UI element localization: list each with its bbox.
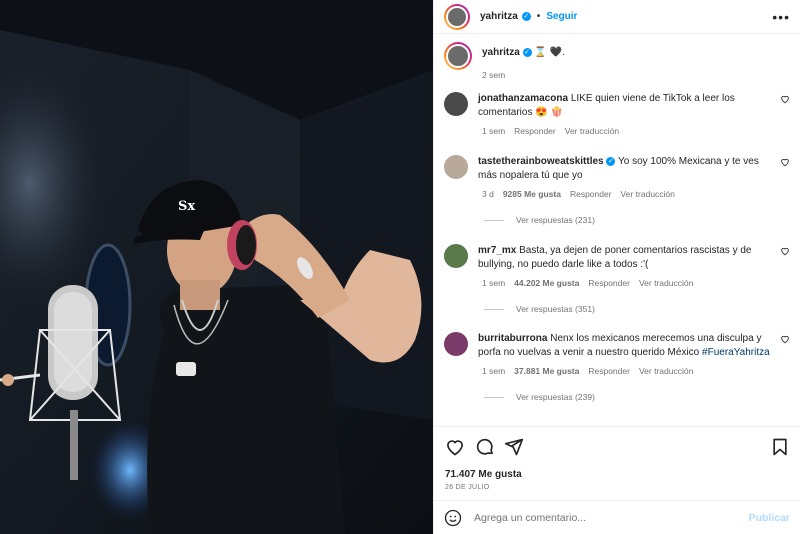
comment-text: Basta, ya dejen de poner comentarios ras… bbox=[478, 245, 752, 270]
caption-time: 2 sem bbox=[482, 70, 506, 80]
comment-time: 1 sem bbox=[482, 366, 506, 376]
emoji-icon[interactable] bbox=[444, 509, 462, 527]
replies-line bbox=[484, 396, 504, 398]
comment-item: jonathanzamacona LIKE quien viene de Tik… bbox=[444, 92, 790, 136]
like-comment-icon[interactable] bbox=[780, 246, 790, 256]
comments-list[interactable]: yahritza ✓ ⌛ 🖤. 2 sem jonathanzamacona L… bbox=[434, 34, 800, 426]
verified-badge-icon: ✓ bbox=[522, 47, 532, 57]
commenter-avatar[interactable] bbox=[444, 92, 468, 116]
view-replies-label: Ver respuestas (239) bbox=[516, 392, 595, 402]
replies-line bbox=[484, 219, 504, 221]
view-replies-button[interactable]: Ver respuestas (231) bbox=[484, 215, 790, 225]
caption-text: ⌛ 🖤. bbox=[534, 47, 565, 58]
verified-badge-icon: ✓ bbox=[606, 156, 616, 166]
reply-button[interactable]: Responder bbox=[514, 126, 556, 136]
comment-item: mr7_mx Basta, ya dejen de poner comentar… bbox=[444, 244, 790, 314]
comment-time: 3 d bbox=[482, 189, 494, 199]
comment-input[interactable]: Agrega un comentario... bbox=[474, 512, 749, 524]
reply-button[interactable]: Responder bbox=[588, 278, 630, 288]
comment-likes[interactable]: 9285 Me gusta bbox=[503, 189, 561, 199]
view-replies-label: Ver respuestas (351) bbox=[516, 304, 595, 314]
comment-username[interactable]: tastetherainboweatskittles bbox=[478, 156, 604, 167]
reply-button[interactable]: Responder bbox=[588, 366, 630, 376]
like-comment-icon[interactable] bbox=[780, 94, 790, 104]
comment-username[interactable]: burritaburrona bbox=[478, 333, 547, 344]
hashtag-link[interactable]: #FueraYahritza bbox=[702, 347, 770, 358]
share-send-icon[interactable] bbox=[504, 437, 524, 457]
post-panel: yahritza ✓ • Seguir ••• yahritza ✓ ⌛ 🖤. … bbox=[433, 0, 800, 534]
post-photo[interactable]: Sx bbox=[0, 0, 433, 534]
author-avatar[interactable] bbox=[444, 3, 470, 30]
view-replies-button[interactable]: Ver respuestas (239) bbox=[484, 392, 790, 402]
comment-username[interactable]: mr7_mx bbox=[478, 245, 516, 256]
commenter-avatar[interactable] bbox=[444, 244, 468, 268]
post-header: yahritza ✓ • Seguir ••• bbox=[434, 0, 800, 34]
caption: yahritza ✓ ⌛ 🖤. 2 sem bbox=[444, 42, 790, 80]
post-date: 26 DE JULIO bbox=[445, 484, 490, 491]
header-separator: • bbox=[536, 11, 541, 22]
commenter-avatar[interactable] bbox=[444, 155, 468, 179]
replies-line bbox=[484, 308, 504, 310]
post-photo-image: Sx bbox=[0, 0, 433, 534]
publish-button[interactable]: Publicar bbox=[749, 512, 790, 524]
like-heart-icon[interactable] bbox=[445, 437, 465, 457]
comment-item: tastetherainboweatskittles ✓ Yo soy 100%… bbox=[444, 155, 790, 225]
add-comment-bar: Agrega un comentario... Publicar bbox=[434, 500, 800, 534]
like-comment-icon[interactable] bbox=[780, 334, 790, 344]
translate-button[interactable]: Ver traducción bbox=[639, 366, 693, 376]
view-replies-button[interactable]: Ver respuestas (351) bbox=[484, 304, 790, 314]
post-likes-count[interactable]: 71.407 Me gusta bbox=[445, 469, 522, 480]
caption-avatar[interactable] bbox=[444, 42, 472, 70]
comment-item: burritaburrona Nenx los mexicanos merece… bbox=[444, 332, 790, 402]
author-username[interactable]: yahritza bbox=[480, 11, 518, 22]
like-comment-icon[interactable] bbox=[780, 157, 790, 167]
comment-likes[interactable]: 37.881 Me gusta bbox=[514, 366, 579, 376]
comment-username[interactable]: jonathanzamacona bbox=[478, 93, 568, 104]
comment-likes[interactable]: 44.202 Me gusta bbox=[514, 278, 579, 288]
comment-time: 1 sem bbox=[482, 126, 506, 136]
verified-badge-icon: ✓ bbox=[521, 12, 531, 21]
reply-button[interactable]: Responder bbox=[570, 189, 612, 199]
follow-button[interactable]: Seguir bbox=[546, 11, 577, 22]
save-bookmark-icon[interactable] bbox=[770, 437, 790, 457]
comment-bubble-icon[interactable] bbox=[475, 437, 495, 457]
more-options-icon[interactable]: ••• bbox=[772, 9, 790, 25]
svg-text:Sx: Sx bbox=[178, 199, 195, 214]
translate-button[interactable]: Ver traducción bbox=[565, 126, 619, 136]
commenter-avatar[interactable] bbox=[444, 332, 468, 356]
post-actions: 71.407 Me gusta 26 DE JULIO Agrega un co… bbox=[434, 426, 800, 534]
comment-time: 1 sem bbox=[482, 278, 506, 288]
translate-button[interactable]: Ver traducción bbox=[639, 278, 693, 288]
view-replies-label: Ver respuestas (231) bbox=[516, 215, 595, 225]
translate-button[interactable]: Ver traducción bbox=[621, 189, 675, 199]
caption-username[interactable]: yahritza bbox=[482, 47, 520, 58]
